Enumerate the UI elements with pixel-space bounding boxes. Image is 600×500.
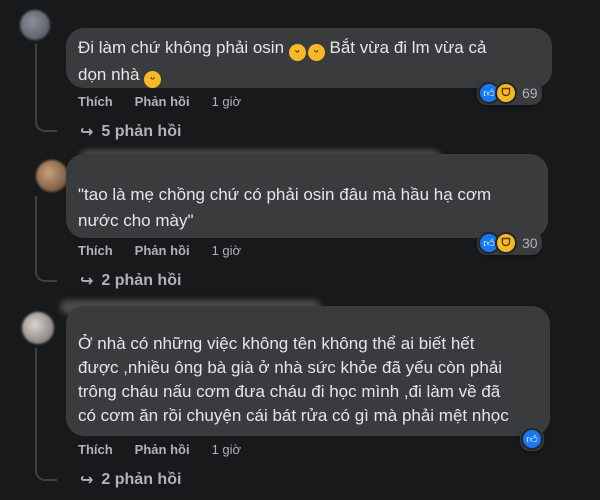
reaction-count: 69 <box>522 85 538 101</box>
avatar[interactable] <box>20 10 50 40</box>
thread-connector <box>35 465 57 481</box>
thread-connector <box>35 116 57 132</box>
view-replies-button[interactable]: ↪ 5 phản hồi <box>80 122 181 142</box>
comment-text: Ở nhà có những việc không tên không thể … <box>78 334 509 425</box>
reply-link[interactable]: Phản hồi <box>135 94 190 109</box>
thumbs-up-icon: 👍︎ <box>521 428 543 450</box>
haha-face-icon: ᗜ <box>495 232 517 254</box>
comment-text: Đi làm chứ không phải osin ᵕᵕ Bắt vừa đi… <box>78 34 540 88</box>
comment-bubble: Ở nhà có những việc không tên không thể … <box>66 306 550 436</box>
replies-count-label: 2 phản hồi <box>101 471 182 488</box>
top-edge <box>0 0 600 6</box>
reply-arrow-icon: ↪ <box>80 124 94 141</box>
comment-bubble: "tao là mẹ chồng chứ có phải osin đâu mà… <box>66 154 548 238</box>
reply-arrow-icon: ↪ <box>80 273 94 290</box>
reply-link[interactable]: Phản hồi <box>135 442 190 457</box>
reactions-summary[interactable]: 👍︎ ᗜ 30 <box>477 231 542 255</box>
reply-link[interactable]: Phản hồi <box>135 243 190 258</box>
comment-time[interactable]: 1 giờ <box>212 442 242 457</box>
comment-actions: Thích Phản hồi 1 giờ <box>78 94 241 109</box>
thread-line <box>35 44 37 118</box>
comment-time[interactable]: 1 giờ <box>212 243 242 258</box>
thread-line <box>35 348 37 468</box>
comment-text: "tao là mẹ chồng chứ có phải osin đâu mà… <box>78 185 492 230</box>
haha-face-icon: ᗜ <box>495 82 517 104</box>
smile-emoji-icon: ᵕ <box>307 44 325 61</box>
reactions-summary[interactable]: 👍︎ ᗜ 69 <box>477 81 542 105</box>
reply-arrow-icon: ↪ <box>80 472 94 489</box>
comment-bubble: Đi làm chứ không phải osin ᵕᵕ Bắt vừa đi… <box>66 28 552 88</box>
comment-actions: Thích Phản hồi 1 giờ <box>78 442 241 457</box>
thread-line <box>35 196 37 268</box>
thread-connector <box>35 266 57 282</box>
smile-emoji-icon: ᵕ <box>144 71 162 88</box>
replies-count-label: 5 phản hồi <box>101 123 182 140</box>
replies-count-label: 2 phản hồi <box>101 272 182 289</box>
reactions-summary[interactable]: 👍︎ <box>520 427 544 451</box>
avatar[interactable] <box>22 312 54 344</box>
like-link[interactable]: Thích <box>78 442 113 457</box>
view-replies-button[interactable]: ↪ 2 phản hồi <box>80 470 181 490</box>
like-link[interactable]: Thích <box>78 243 113 258</box>
view-replies-button[interactable]: ↪ 2 phản hồi <box>80 271 181 291</box>
like-link[interactable]: Thích <box>78 94 113 109</box>
reaction-count: 30 <box>522 235 538 251</box>
comment-time[interactable]: 1 giờ <box>212 94 242 109</box>
comment-actions: Thích Phản hồi 1 giờ <box>78 243 241 258</box>
smile-emoji-icon: ᵕ <box>288 44 306 61</box>
avatar[interactable] <box>36 160 68 192</box>
